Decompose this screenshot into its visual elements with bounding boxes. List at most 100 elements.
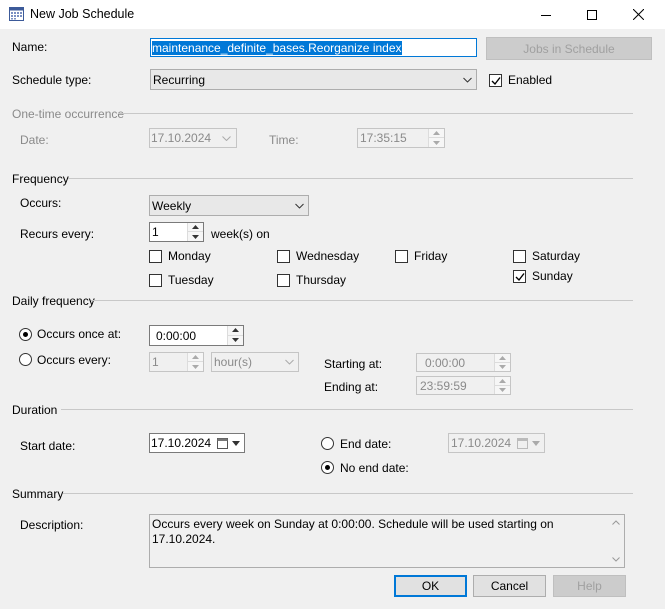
spin-up-icon: [433, 131, 440, 135]
time-spinner[interactable]: 17:35:15: [357, 128, 445, 148]
occurs-every-unit-value: hour(s): [214, 355, 253, 369]
help-button[interactable]: Help: [553, 575, 626, 597]
occurs-every-unit-select[interactable]: hour(s): [211, 352, 299, 372]
enabled-checkbox[interactable]: [489, 74, 502, 87]
name-input[interactable]: maintenance_definite_bases.Reorganize in…: [150, 38, 477, 57]
end-date-picker[interactable]: 17.10.2024: [448, 433, 545, 453]
end-date-label: End date:: [340, 437, 392, 451]
occurs-select[interactable]: Weekly: [149, 195, 309, 216]
thursday-checkbox[interactable]: [277, 274, 290, 287]
recurs-every-label: Recurs every:: [20, 227, 95, 241]
ok-button[interactable]: OK: [394, 575, 467, 597]
sunday-label: Sunday: [532, 269, 573, 283]
occurs-every-label: Occurs every:: [37, 353, 112, 367]
daily-frequency-divider: [91, 300, 633, 301]
summary-divider: [63, 493, 633, 494]
calendar-icon: [9, 6, 24, 21]
end-date-value: 17.10.2024: [451, 436, 512, 450]
scroll-down-icon: [612, 557, 620, 562]
friday-checkbox[interactable]: [395, 250, 408, 263]
close-icon: [632, 9, 644, 20]
frequency-divider: [68, 178, 633, 179]
occurs-once-radio[interactable]: [19, 328, 32, 341]
description-text: Occurs every week on Sunday at 0:00:00. …: [152, 517, 554, 546]
schedule-type-value: Recurring: [153, 72, 206, 87]
saturday-checkbox[interactable]: [513, 250, 526, 263]
ending-at-value: 23:59:59: [420, 378, 467, 393]
duration-divider: [61, 409, 633, 410]
summary-header: Summary: [12, 487, 64, 501]
monday-checkbox[interactable]: [149, 250, 162, 263]
calendar-icon: [517, 438, 528, 449]
wednesday-checkbox[interactable]: [277, 250, 290, 263]
minimize-icon: [541, 14, 551, 16]
chevron-down-icon: [222, 136, 231, 141]
description-scrollbar[interactable]: [608, 515, 624, 567]
chevron-down-icon: [295, 203, 304, 208]
no-end-date-label: No end date:: [340, 461, 409, 475]
thursday-label: Thursday: [296, 273, 347, 287]
date-picker[interactable]: 17.10.2024: [149, 128, 237, 148]
close-button[interactable]: [615, 0, 661, 29]
recurs-unit-label: week(s) on: [211, 227, 270, 241]
occurs-every-value: 1: [152, 355, 159, 369]
schedule-type-select[interactable]: Recurring: [150, 69, 477, 90]
occurs-label: Occurs:: [20, 196, 62, 210]
duration-header: Duration: [12, 403, 58, 417]
spin-down-icon: [232, 338, 239, 343]
maximize-icon: [587, 9, 597, 20]
saturday-label: Saturday: [532, 249, 581, 263]
sunday-checkbox[interactable]: [513, 270, 526, 283]
chevron-down-icon: [232, 441, 240, 446]
calendar-icon: [217, 438, 228, 449]
occurs-every-spinner[interactable]: 1: [149, 352, 204, 372]
monday-label: Monday: [168, 249, 211, 263]
time-value: 17:35:15: [360, 131, 407, 145]
once-spin-buttons[interactable]: [227, 326, 243, 345]
tuesday-checkbox[interactable]: [149, 274, 162, 287]
description-textbox[interactable]: Occurs every week on Sunday at 0:00:00. …: [149, 514, 625, 568]
maximize-button[interactable]: [569, 0, 615, 29]
time-spin-buttons[interactable]: [428, 129, 444, 147]
friday-label: Friday: [414, 249, 448, 263]
jobs-in-schedule-button[interactable]: Jobs in Schedule: [486, 37, 652, 60]
spin-down-icon: [433, 140, 440, 145]
time-label: Time:: [269, 133, 299, 147]
starting-spin-buttons[interactable]: [494, 354, 510, 371]
starting-at-spinner[interactable]: 0:00:00: [416, 353, 511, 372]
ending-spin-buttons[interactable]: [494, 377, 510, 394]
start-date-label: Start date:: [20, 439, 76, 453]
enabled-label: Enabled: [508, 73, 553, 87]
occurs-once-time-spinner[interactable]: 0:00:00: [149, 325, 244, 346]
every-spin-buttons[interactable]: [187, 353, 203, 371]
one-time-divider: [118, 113, 633, 114]
recurs-every-spinner[interactable]: 1: [149, 222, 204, 242]
end-date-radio[interactable]: [321, 437, 334, 450]
spin-up-icon: [192, 225, 199, 229]
spin-down-icon: [499, 387, 506, 392]
ending-at-spinner[interactable]: 23:59:59: [416, 376, 511, 395]
no-end-date-radio[interactable]: [321, 461, 334, 474]
checkmark-icon: [491, 76, 501, 85]
occurs-every-radio[interactable]: [19, 353, 32, 366]
start-date-picker[interactable]: 17.10.2024: [149, 433, 245, 453]
recurs-spin-buttons[interactable]: [187, 223, 203, 241]
occurs-once-label: Occurs once at:: [37, 327, 122, 341]
description-label: Description:: [20, 518, 84, 532]
cancel-button[interactable]: Cancel: [473, 575, 546, 597]
start-date-value: 17.10.2024: [151, 436, 212, 450]
frequency-header: Frequency: [12, 172, 69, 186]
minimize-button[interactable]: [523, 0, 569, 29]
chevron-down-icon: [463, 77, 472, 82]
spin-up-icon: [499, 355, 506, 360]
occurs-once-time-value: 0:00:00: [156, 328, 197, 343]
chevron-down-icon: [285, 359, 294, 365]
spin-down-icon: [499, 364, 506, 369]
scroll-up-icon: [612, 520, 620, 525]
tuesday-label: Tuesday: [168, 273, 214, 287]
ending-at-label: Ending at:: [324, 380, 379, 394]
spin-up-icon: [192, 355, 199, 359]
checkmark-icon: [515, 272, 525, 281]
title-bar: New Job Schedule: [0, 0, 665, 29]
date-value: 17.10.2024: [151, 131, 212, 145]
